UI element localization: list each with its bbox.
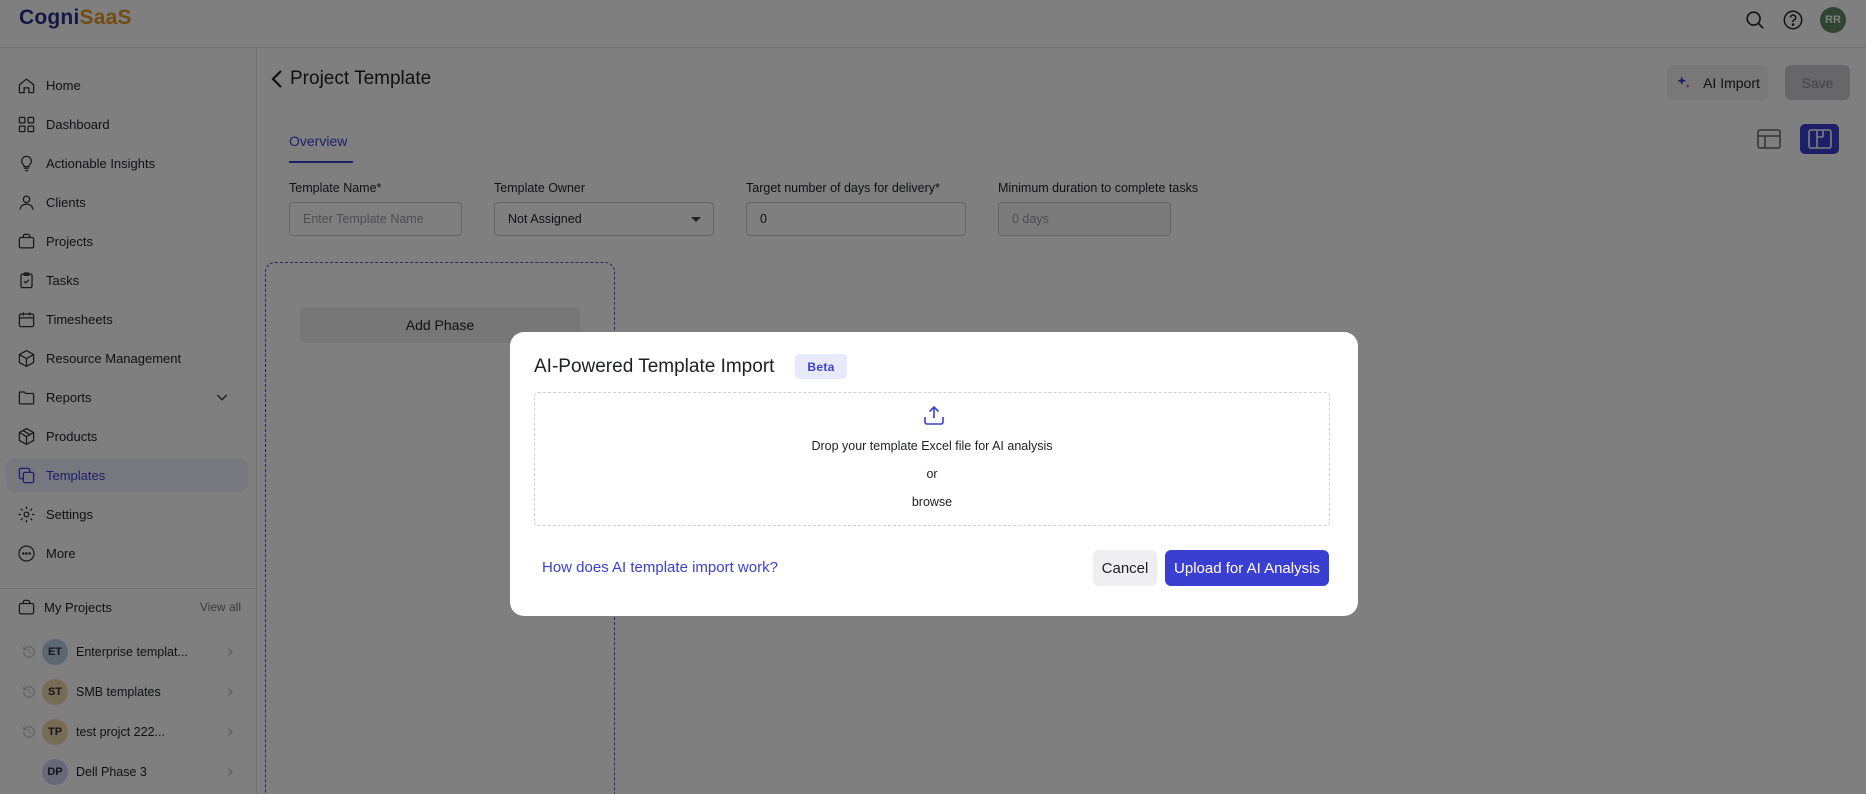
browse-link[interactable]: browse <box>535 495 1329 509</box>
cancel-button[interactable]: Cancel <box>1093 550 1157 586</box>
help-link[interactable]: How does AI template import work? <box>542 559 778 576</box>
ai-import-dialog: AI-Powered Template Import Beta Drop you… <box>510 332 1358 616</box>
beta-badge: Beta <box>795 354 847 379</box>
file-dropzone[interactable]: Drop your template Excel file for AI ana… <box>534 392 1330 526</box>
upload-icon <box>924 405 944 425</box>
upload-button[interactable]: Upload for AI Analysis <box>1165 550 1329 586</box>
drop-instruction: Drop your template Excel file for AI ana… <box>811 439 1053 453</box>
or-separator: or <box>926 467 938 481</box>
dialog-title: AI-Powered Template Import <box>534 356 775 377</box>
